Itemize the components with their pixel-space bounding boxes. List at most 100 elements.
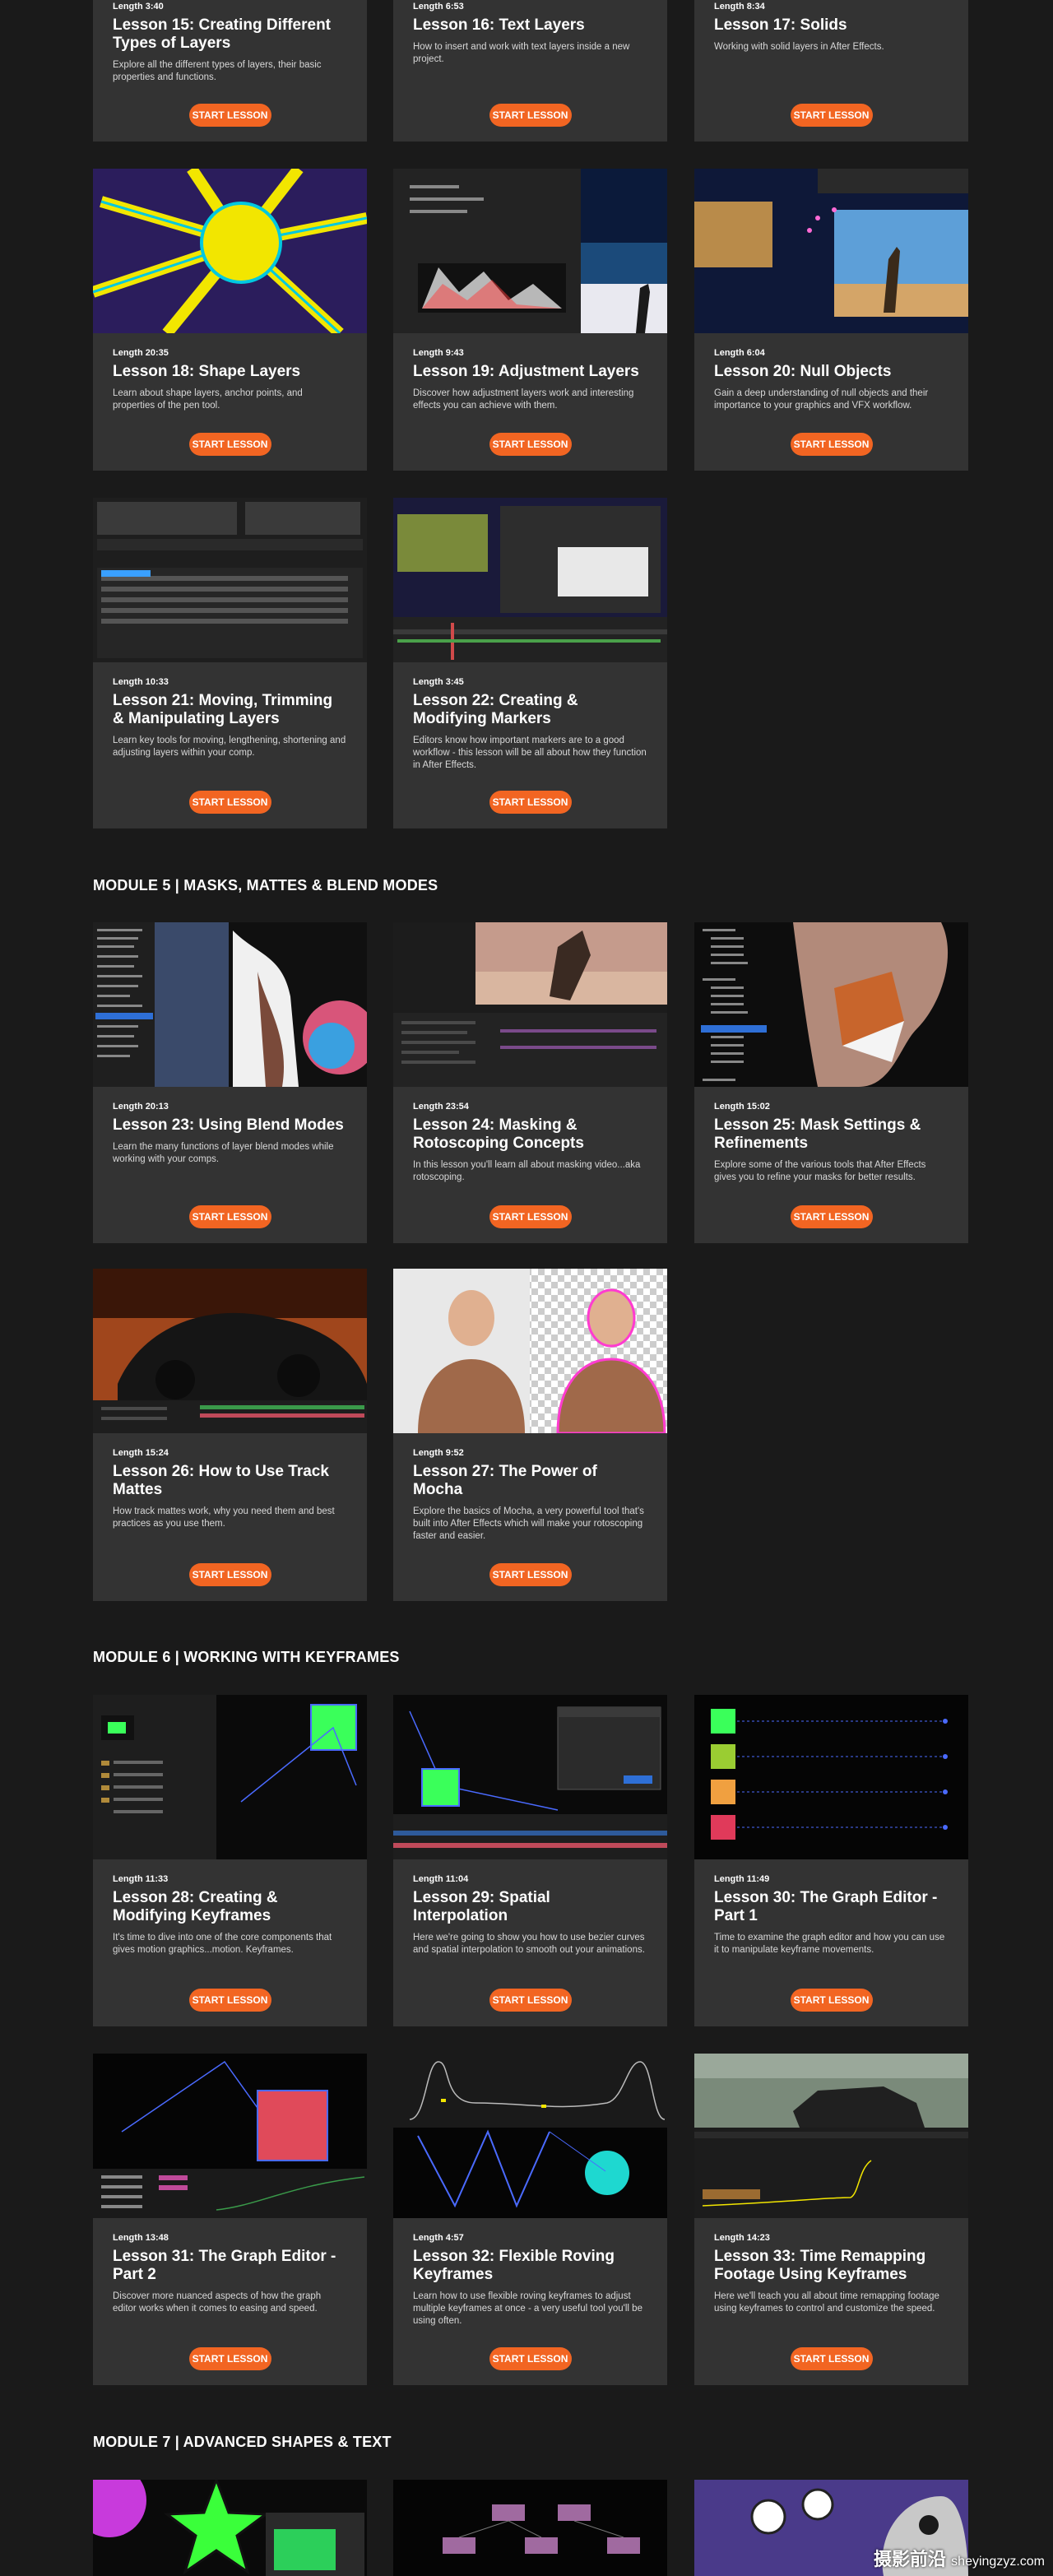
lesson-thumbnail[interactable] [393,498,667,662]
lesson-description: Here we'll teach you all about time rema… [714,2291,939,2314]
lesson-thumbnail[interactable] [93,169,367,333]
lesson-description: Editors know how important markers are t… [413,736,647,770]
lesson-description: Time to examine the graph editor and how… [714,1933,945,1955]
lesson-title: Lesson 30: The Graph Editor - Part 1 [714,1889,938,1924]
lesson-length: Length 20:35 [113,348,169,358]
lesson-card: Length 9:52 Lesson 27: The Power of Moch… [393,1269,667,1601]
lesson-description: Discover more nuanced aspects of how the… [113,2291,322,2314]
lesson-thumbnail[interactable] [393,1269,667,1433]
lesson-card: Length 13:48 Lesson 31: The Graph Editor… [93,2054,367,2385]
lesson-thumbnail[interactable] [694,169,968,333]
lesson-length: Length 9:52 [413,1448,464,1458]
lesson-card: Length 3:40 Lesson 15: Creating Differen… [93,0,367,142]
lesson-length: Length 8:34 [714,2,765,12]
lesson-title: Lesson 15: Creating Different Types of L… [113,16,331,52]
lesson-thumbnail[interactable] [393,1695,667,1859]
lesson-description: Explore all the different types of layer… [113,60,322,82]
watermark: 摄影前沿 sheyingzyz.com [874,2545,1045,2571]
lesson-length: Length 23:54 [413,1102,469,1112]
lesson-thumbnail[interactable] [93,922,367,1087]
lesson-thumbnail[interactable] [393,922,667,1087]
start-lesson-button[interactable]: START LESSON [188,1989,271,2012]
start-lesson-button[interactable]: START LESSON [489,791,572,814]
start-lesson-button[interactable]: START LESSON [188,104,271,127]
lesson-description: How track mattes work, why you need them… [113,1506,335,1529]
start-lesson-button[interactable]: START LESSON [790,1205,873,1228]
watermark-sub: sheyingzyz.com [951,2555,1045,2569]
start-lesson-button[interactable]: START LESSON [489,1205,572,1228]
lesson-card: Length 20:13 Lesson 23: Using Blend Mode… [93,922,367,1243]
start-lesson-button[interactable]: START LESSON [188,1205,271,1228]
lesson-card [93,2480,367,2576]
lesson-title: Lesson 25: Mask Settings & Refinements [714,1116,921,1152]
lesson-card: Length 11:33 Lesson 28: Creating & Modif… [93,1695,367,2026]
lesson-description: Learn about shape layers, anchor points,… [113,388,303,411]
lesson-title: Lesson 22: Creating & Modifying Markers [413,692,578,727]
start-lesson-button[interactable]: START LESSON [489,1989,572,2012]
module-title: MODULE 5 | MASKS, MATTES & BLEND MODES [93,877,438,893]
lesson-card: Length 15:02 Lesson 25: Mask Settings & … [694,922,968,1243]
lesson-length: Length 11:33 [113,1874,169,1884]
lesson-length: Length 14:23 [714,2233,770,2243]
start-lesson-button[interactable]: START LESSON [790,1989,873,2012]
lesson-thumbnail[interactable] [93,1695,367,1859]
lesson-card: Length 8:34 Lesson 17: Solids Working wi… [694,0,968,142]
lesson-card: Length 11:04 Lesson 29: Spatial Interpol… [393,1695,667,2026]
watermark-main: 摄影前沿 [874,2549,947,2569]
lesson-thumbnail[interactable] [694,922,968,1087]
lesson-thumbnail[interactable] [393,2054,667,2218]
lesson-card [393,2480,667,2576]
lesson-description: Gain a deep understanding of null object… [714,388,929,411]
lesson-card: Length 10:33 Lesson 21: Moving, Trimming… [93,498,367,828]
lesson-card: Length 6:04 Lesson 20: Null Objects Gain… [694,169,968,471]
lesson-title: Lesson 31: The Graph Editor - Part 2 [113,2248,336,2283]
lesson-thumbnail[interactable] [393,2480,667,2576]
lesson-card: Length 11:49 Lesson 30: The Graph Editor… [694,1695,968,2026]
lesson-length: Length 3:45 [413,677,464,687]
module-title: MODULE 6 | WORKING WITH KEYFRAMES [93,1649,400,1665]
lesson-length: Length 9:43 [413,348,464,358]
lesson-description: In this lesson you'll learn all about ma… [413,1160,641,1182]
lesson-thumbnail[interactable] [93,2480,367,2576]
lesson-description: Learn key tools for moving, lengthening,… [113,736,346,758]
lesson-title: Lesson 21: Moving, Trimming & Manipulati… [113,692,333,727]
lesson-title: Lesson 24: Masking & Rotoscoping Concept… [413,1116,584,1152]
lesson-length: Length 4:57 [413,2233,464,2243]
start-lesson-button[interactable]: START LESSON [790,433,873,456]
lesson-card: Length 15:24 Lesson 26: How to Use Track… [93,1269,367,1601]
lesson-card: Length 3:45 Lesson 22: Creating & Modify… [393,498,667,828]
lesson-description: Discover how adjustment layers work and … [413,388,634,411]
lesson-length: Length 15:24 [113,1448,169,1458]
lesson-thumbnail[interactable] [694,1695,968,1859]
lesson-card: Length 23:54 Lesson 24: Masking & Rotosc… [393,922,667,1243]
lesson-length: Length 6:53 [413,2,464,12]
lesson-title: Lesson 28: Creating & Modifying Keyframe… [113,1889,278,1924]
lesson-thumbnail[interactable] [393,169,667,333]
lesson-thumbnail[interactable] [93,498,367,662]
start-lesson-button[interactable]: START LESSON [489,1563,572,1586]
lesson-card: Length 9:43 Lesson 19: Adjustment Layers… [393,169,667,471]
lesson-thumbnail[interactable] [694,2054,968,2218]
start-lesson-button[interactable]: START LESSON [489,104,572,127]
lesson-description: Explore the basics of Mocha, a very powe… [413,1506,644,1541]
start-lesson-button[interactable]: START LESSON [188,2347,271,2370]
lesson-thumbnail[interactable] [93,1269,367,1433]
lesson-thumbnail[interactable] [93,2054,367,2218]
lesson-length: Length 10:33 [113,677,169,687]
start-lesson-button[interactable]: START LESSON [188,1563,271,1586]
lesson-length: Length 6:04 [714,348,765,358]
start-lesson-button[interactable]: START LESSON [790,2347,873,2370]
lesson-length: Length 11:04 [413,1874,469,1884]
lesson-title: Lesson 32: Flexible Roving Keyframes [413,2248,615,2283]
lesson-title: Lesson 26: How to Use Track Mattes [113,1463,329,1498]
lesson-title: Lesson 16: Text Layers [413,16,585,34]
lesson-length: Length 15:02 [714,1102,770,1112]
start-lesson-button[interactable]: START LESSON [489,2347,572,2370]
start-lesson-button[interactable]: START LESSON [188,791,271,814]
start-lesson-button[interactable]: START LESSON [188,433,271,456]
start-lesson-button[interactable]: START LESSON [790,104,873,127]
lesson-title: Lesson 17: Solids [714,16,847,34]
lesson-description: It's time to dive into one of the core c… [113,1933,332,1955]
start-lesson-button[interactable]: START LESSON [489,433,572,456]
lesson-title: Lesson 19: Adjustment Layers [413,363,639,380]
